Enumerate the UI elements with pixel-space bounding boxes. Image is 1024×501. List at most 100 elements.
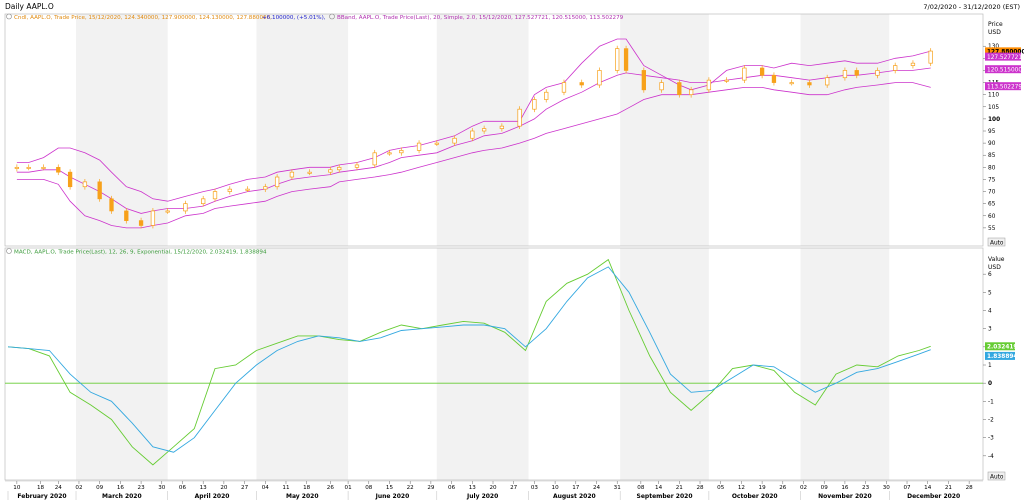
price-tick-label: 95 bbox=[988, 129, 996, 135]
candle-body bbox=[67, 171, 73, 188]
day-tick-label: 21 bbox=[676, 485, 684, 491]
bb-mid-tag: 120.515000 bbox=[987, 67, 1022, 73]
candle-body bbox=[41, 166, 46, 169]
month-label: February 2020 bbox=[17, 493, 66, 500]
day-tick-label: 18 bbox=[37, 485, 45, 491]
day-tick-label: 17 bbox=[572, 485, 580, 491]
price-tick-label: 65 bbox=[988, 202, 996, 208]
day-tick-label: 02 bbox=[75, 485, 82, 491]
price-tick-label: 80 bbox=[988, 165, 996, 171]
date-range: 7/02/2020 - 31/12/2020 (EST) bbox=[923, 3, 1020, 11]
candle-body bbox=[544, 91, 549, 100]
day-tick-label: 30 bbox=[158, 485, 166, 491]
month-band bbox=[256, 248, 349, 480]
candle-body bbox=[677, 82, 682, 96]
candle-body bbox=[387, 152, 392, 155]
candle-body bbox=[789, 82, 794, 85]
candle-body bbox=[842, 70, 848, 79]
day-tick-label: 13 bbox=[469, 485, 477, 491]
candle-body bbox=[825, 77, 830, 86]
candle-body bbox=[759, 67, 765, 76]
legend-bband: BBand, AAPL.O, Trade Price(Last), 20, Si… bbox=[337, 15, 624, 21]
candle-body bbox=[14, 166, 20, 169]
day-tick-label: 06 bbox=[179, 485, 187, 491]
day-tick-label: 14 bbox=[655, 485, 663, 491]
candle-body bbox=[263, 186, 268, 190]
month-label: June 2020 bbox=[375, 493, 410, 500]
day-tick-label: 16 bbox=[117, 485, 125, 491]
day-tick-label: 19 bbox=[759, 485, 767, 491]
candle-body bbox=[597, 70, 602, 86]
day-tick-label: 28 bbox=[966, 485, 974, 491]
candle-body bbox=[354, 164, 360, 168]
macd-tick-label: -1 bbox=[988, 399, 994, 405]
candle-body bbox=[183, 203, 188, 212]
candle-body bbox=[910, 62, 916, 66]
candle-body bbox=[97, 181, 102, 200]
price-tick-label: 55 bbox=[988, 226, 996, 232]
macd-tick-label: 3 bbox=[988, 327, 992, 333]
day-tick-label: 08 bbox=[637, 485, 645, 491]
price-tags: 127.880000127.527721120.515000113.502279 bbox=[985, 47, 1024, 90]
month-band bbox=[436, 248, 529, 480]
candle-body bbox=[724, 79, 729, 82]
day-tick-label: 29 bbox=[427, 485, 435, 491]
candle-body bbox=[893, 65, 898, 71]
candle-body bbox=[854, 70, 859, 76]
price-tick-label: 105 bbox=[988, 105, 999, 111]
legend-toggle-icon[interactable] bbox=[6, 13, 12, 20]
legend-toggle-icon[interactable] bbox=[6, 248, 12, 254]
macd-axis-unit: USD bbox=[988, 264, 1001, 271]
candle-body bbox=[165, 210, 170, 213]
price-tick-label: 85 bbox=[988, 153, 996, 159]
macd-tick-label: -4 bbox=[988, 454, 994, 460]
day-tick-label: 11 bbox=[282, 485, 290, 491]
candle-body bbox=[928, 50, 933, 64]
candle-body bbox=[372, 152, 377, 166]
day-tick-label: 12 bbox=[738, 485, 745, 491]
candle-body bbox=[416, 142, 422, 151]
candle-body bbox=[615, 48, 620, 71]
candle-body bbox=[227, 188, 232, 192]
macd-tick-label: 0 bbox=[988, 381, 992, 387]
day-tick-label: 14 bbox=[924, 485, 932, 491]
candle-body bbox=[399, 150, 404, 154]
candle-body bbox=[337, 166, 342, 171]
day-tick-label: 03 bbox=[531, 485, 539, 491]
candle-body bbox=[452, 137, 457, 144]
month-band bbox=[800, 248, 890, 480]
month-label: March 2020 bbox=[102, 493, 142, 500]
price-legend: Cndl, AAPL.O, Trade Price, 15/12/2020, 1… bbox=[6, 13, 624, 21]
macd-tags: 2.032419 1.838894 bbox=[985, 342, 1017, 360]
day-tick-label: 09 bbox=[821, 485, 829, 491]
bb-lower-tag: 113.502279 bbox=[987, 84, 1022, 90]
candle-body bbox=[875, 70, 880, 76]
candle-body bbox=[659, 82, 664, 91]
macd-axis-ticks: -4-3-2-10123456 bbox=[983, 272, 994, 460]
price-auto-label: Auto bbox=[990, 241, 1004, 247]
macd-tick-label: 5 bbox=[988, 290, 992, 296]
month-band bbox=[620, 248, 709, 480]
macd-legend: MACD, AAPL.O, Trade Price(Last), 12, 26,… bbox=[6, 248, 267, 256]
month-label: May 2020 bbox=[286, 493, 319, 500]
candle-body bbox=[109, 198, 114, 212]
day-tick-label: 31 bbox=[614, 485, 622, 491]
day-tick-label: 10 bbox=[13, 485, 21, 491]
macd-auto-label: Auto bbox=[990, 475, 1004, 481]
month-label: September 2020 bbox=[637, 493, 693, 500]
day-tick-label: 26 bbox=[327, 485, 335, 491]
day-tick-label: 13 bbox=[200, 485, 208, 491]
candle-body bbox=[706, 79, 712, 91]
day-tick-label: 16 bbox=[841, 485, 849, 491]
candle-body bbox=[532, 99, 537, 110]
day-tick-label: 07 bbox=[903, 485, 911, 491]
candle-body bbox=[56, 166, 61, 173]
day-tick-label: 20 bbox=[220, 485, 228, 491]
price-tick-label: 90 bbox=[988, 141, 996, 147]
day-tick-label: 10 bbox=[552, 485, 560, 491]
candle-body bbox=[289, 171, 295, 178]
macd-axis-title: Value bbox=[988, 256, 1005, 263]
day-tick-label: 22 bbox=[407, 485, 414, 491]
month-label: November 2020 bbox=[818, 493, 872, 500]
candle-body bbox=[499, 125, 505, 129]
